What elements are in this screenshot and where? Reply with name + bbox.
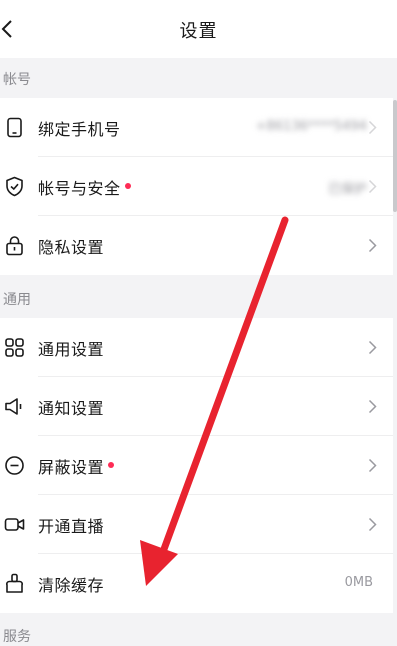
settings-row-privacy[interactable]: 隐私设置 (0, 216, 393, 275)
grid-icon (5, 338, 24, 357)
video-camera-icon (4, 518, 25, 531)
settings-row-general[interactable]: 通用设置 (0, 318, 393, 377)
chevron-right-icon (368, 517, 377, 532)
block-icon (5, 456, 24, 475)
row-label-with-dot: 屏蔽设置 (38, 454, 115, 478)
chevron-right-icon (368, 179, 377, 194)
top-bar: 设置 (0, 0, 397, 58)
row-label: 通用设置 (38, 340, 105, 359)
notification-dot (108, 461, 115, 468)
section-label-service: 服务 (3, 629, 31, 645)
page-title: 设置 (179, 21, 218, 42)
scrollbar[interactable] (393, 100, 397, 212)
chevron-right-icon (368, 238, 377, 253)
shield-check-icon (6, 176, 23, 197)
chevron-right-icon (368, 458, 377, 473)
section-label-general: 通用 (3, 292, 31, 308)
row-label: 隐私设置 (38, 238, 105, 257)
security-status-value: 已保护 (327, 182, 367, 197)
lock-icon (6, 236, 23, 256)
account-group: 绑定手机号 +86136****5494 帐号与安全 已保护 隐私设置 (0, 98, 393, 275)
row-label: 屏蔽设置 (38, 458, 105, 477)
settings-row-live[interactable]: 开通直播 (0, 495, 393, 554)
settings-row-bind-phone[interactable]: 绑定手机号 +86136****5494 (0, 98, 393, 157)
row-label: 清除缓存 (38, 576, 105, 595)
general-group: 通用设置 通知设置 屏蔽设置 开通直播 清除缓存 0MB (0, 318, 393, 613)
speaker-icon (5, 398, 22, 415)
row-label-with-dot: 帐号与安全 (38, 175, 131, 199)
cache-size-value: 0MB (344, 575, 373, 590)
row-label: 帐号与安全 (38, 179, 121, 198)
settings-row-account-security[interactable]: 帐号与安全 已保护 (0, 157, 393, 216)
notification-dot (124, 182, 131, 189)
chevron-right-icon (368, 399, 377, 414)
row-label: 绑定手机号 (38, 120, 121, 139)
chevron-right-icon (368, 340, 377, 355)
section-label-account: 帐号 (3, 72, 31, 88)
broom-icon (6, 573, 23, 593)
row-label: 开通直播 (38, 517, 105, 536)
phone-number-value: +86136****5494 (255, 119, 367, 134)
settings-row-clear-cache[interactable]: 清除缓存 0MB (0, 554, 393, 613)
settings-row-block[interactable]: 屏蔽设置 (0, 436, 393, 495)
settings-row-notifications[interactable]: 通知设置 (0, 377, 393, 436)
chevron-right-icon (368, 120, 377, 135)
phone-icon (7, 117, 22, 138)
row-label: 通知设置 (38, 399, 105, 418)
